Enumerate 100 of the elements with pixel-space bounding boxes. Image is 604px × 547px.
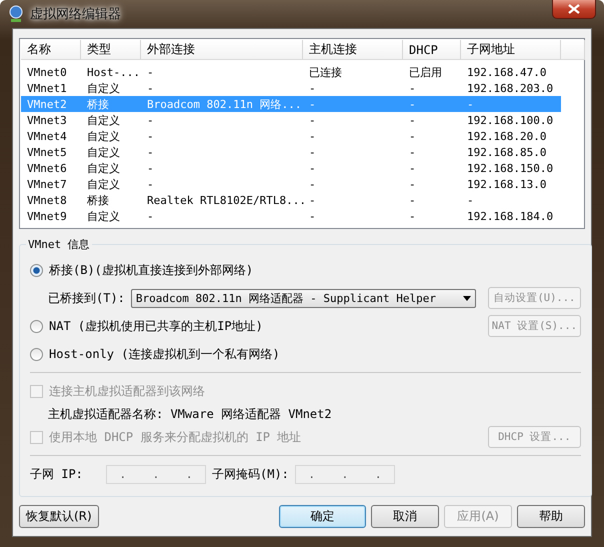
table-cell-text: -: [308, 128, 317, 144]
table-cell-text: 自定义: [86, 208, 121, 224]
bridge-label: 已桥接到(T):: [48, 290, 125, 306]
table-cell-text: 192.168.47.0: [466, 64, 548, 80]
table-cell-text: -: [308, 96, 317, 112]
dialog-button[interactable]: 确定: [279, 505, 366, 528]
radio-button[interactable]: [30, 348, 43, 360]
table-cell-text: -: [146, 80, 155, 96]
table-cell-text: -: [146, 112, 155, 128]
table-cell-text: -: [308, 192, 317, 208]
radio-button[interactable]: [30, 320, 43, 332]
table-cell-text: -: [308, 208, 317, 224]
subnet-mask-field[interactable]: . . .: [294, 464, 395, 484]
table-cell-text: VMnet1: [26, 80, 68, 96]
table-cell-text: -: [308, 80, 317, 96]
table-cell-text: Host-...: [86, 64, 141, 80]
table-cell-text: 192.168.20.0: [466, 128, 548, 144]
table-cell-text: VMnet8: [26, 192, 68, 208]
table-cell-text: 192.168.184.0: [466, 208, 554, 224]
table-row[interactable]: VMnet4 自定义 - - - 192.168.20.0: [21, 128, 561, 144]
table-cell-text: 桥接: [86, 192, 110, 208]
table-cell-text: 192.168.203.0: [466, 80, 554, 96]
dialog-button[interactable]: 取消: [371, 505, 439, 528]
column-header[interactable]: 类型: [81, 40, 141, 60]
adapter-dropdown[interactable]: Broadcom 802.11n 网络适配器 - Supplicant Helper: [130, 288, 476, 308]
table-cell-text: -: [408, 160, 417, 176]
table-cell-text: VMnet0: [26, 64, 68, 80]
radio-label: Host-only (连接虚拟机到一个私有网络): [49, 346, 280, 362]
caret-icon: [462, 296, 471, 300]
table-cell-text: 自定义: [86, 112, 121, 128]
table-row[interactable]: VMnet6 自定义 - - - 192.168.150.0: [21, 160, 561, 176]
table-cell-text: VMnet7: [26, 176, 68, 192]
table-cell-text: -: [466, 192, 475, 208]
radio-button[interactable]: [30, 264, 43, 276]
checkbox-label: 使用本地 DHCP 服务来分配虚拟机的 IP 地址: [49, 428, 302, 446]
table-cell-text: VMnet6: [26, 160, 68, 176]
table-cell-text: -: [408, 80, 417, 96]
table-cell-text: VMnet3: [26, 112, 68, 128]
table-cell-text: 自定义: [86, 176, 121, 192]
close-icon: [568, 4, 580, 14]
table-cell-text: Realtek RTL8102E/RTL8...: [146, 192, 303, 208]
table-cell-text: -: [146, 160, 155, 176]
column-header[interactable]: 名称: [21, 40, 81, 60]
adapter-name-text: 主机虚拟适配器名称: VMware 网络适配器 VMnet2: [48, 406, 332, 422]
table-cell-text: -: [308, 112, 317, 128]
subnet-mask-label: 子网掩码(M):: [212, 466, 289, 482]
table-cell-text: 192.168.150.0: [466, 160, 554, 176]
table-cell-text: VMnet5: [26, 144, 68, 160]
table-cell-text: -: [408, 144, 417, 160]
table-cell-text: -: [146, 208, 155, 224]
column-header[interactable]: DHCP: [403, 40, 461, 60]
table-cell-text: VMnet9: [26, 208, 68, 224]
table-row[interactable]: VMnet7 自定义 - - - 192.168.13.0: [21, 176, 561, 192]
table-cell-text: -: [146, 176, 155, 192]
table-row[interactable]: VMnet8 桥接 Realtek RTL8102E/RTL8... - - -: [21, 192, 561, 208]
radio-label: 桥接(B)(虚拟机直接连接到外部网络): [49, 262, 254, 278]
table-cell-text: Broadcom 802.11n 网络...: [146, 96, 302, 112]
table-cell-text: VMnet4: [26, 128, 68, 144]
table-cell-text: -: [146, 144, 155, 160]
table-cell-text: 192.168.100.0: [466, 112, 554, 128]
table-cell-text: 192.168.85.0: [466, 144, 548, 160]
table-cell-text: -: [408, 176, 417, 192]
column-header[interactable]: 子网地址: [461, 40, 561, 60]
subnet-ip-label: 子网 IP:: [30, 466, 84, 482]
table-cell-text: -: [408, 128, 417, 144]
table-cell-text: 自定义: [86, 80, 121, 96]
window-title: 虚拟网络编辑器: [30, 6, 121, 23]
table-cell-text: 自定义: [86, 128, 121, 144]
table-cell-text: -: [408, 96, 417, 112]
subnet-ip-field[interactable]: . . .: [106, 464, 206, 484]
table-cell-text: -: [408, 192, 417, 208]
group-title: VMnet 信息: [27, 237, 91, 252]
table-cell-text: 已连接: [308, 64, 343, 80]
table-cell-text: 192.168.13.0: [466, 176, 548, 192]
table-row[interactable]: VMnet3 自定义 - - - 192.168.100.0: [21, 112, 561, 128]
table-cell-text: -: [146, 64, 155, 80]
checkbox-label: 连接主机虚拟适配器到该网络: [49, 382, 205, 400]
table-cell-text: 自定义: [86, 160, 121, 176]
globe-icon: [8, 5, 24, 23]
table-cell-text: -: [408, 112, 417, 128]
table-row[interactable]: VMnet5 自定义 - - - 192.168.85.0: [21, 144, 561, 160]
dialog-button[interactable]: 帮助: [517, 505, 585, 528]
table-cell-text: 已启用: [408, 64, 443, 80]
header-filler: [561, 40, 585, 60]
table-cell-text: VMnet2: [26, 96, 68, 112]
table-cell-text: -: [308, 144, 317, 160]
table-row[interactable]: VMnet9 自定义 - - - 192.168.184.0: [21, 208, 561, 224]
column-header[interactable]: 外部连接: [141, 40, 303, 60]
table-cell-text: -: [408, 208, 417, 224]
table-row[interactable]: VMnet1 自定义 - - - 192.168.203.0: [21, 80, 561, 96]
radio-label: NAT (虚拟机使用已共享的主机IP地址): [49, 318, 263, 334]
dialog-button[interactable]: 恢复默认(R): [19, 505, 99, 528]
table-cell-text: 桥接: [86, 96, 110, 112]
column-header[interactable]: 主机连接: [303, 40, 403, 60]
close-button[interactable]: [552, 0, 596, 19]
table-row[interactable]: VMnet0 Host-... - 已连接 已启用 192.168.47.0: [21, 64, 561, 80]
table-cell-text: -: [308, 160, 317, 176]
table-cell-text: 自定义: [86, 144, 121, 160]
table-cell-text: -: [466, 96, 475, 112]
table-cell-text: -: [146, 128, 155, 144]
